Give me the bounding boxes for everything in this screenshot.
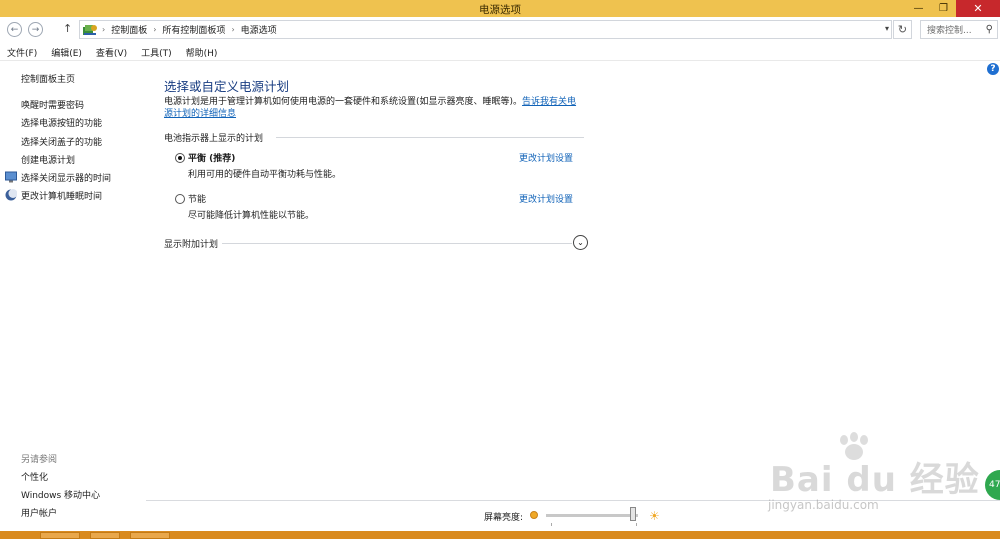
menu-edit[interactable]: 编辑(E): [44, 43, 89, 60]
menu-help[interactable]: 帮助(H): [179, 43, 225, 60]
close-button[interactable]: ✕: [956, 0, 1000, 17]
sidebar-item-close-lid[interactable]: 选择关闭盖子的功能: [21, 135, 102, 148]
search-input[interactable]: 搜索控制... ⚲: [920, 20, 998, 39]
see-also-mobility-center[interactable]: Windows 移动中心: [21, 488, 100, 501]
breadcrumb-power-options[interactable]: 电源选项: [241, 23, 277, 36]
see-also-user-accounts[interactable]: 用户帐户: [21, 506, 57, 519]
plan-power-saver-radio[interactable]: [175, 194, 185, 204]
plan-power-saver-change-link[interactable]: 更改计划设置: [519, 192, 573, 205]
plan-balanced-radio[interactable]: [175, 153, 185, 163]
minimize-button[interactable]: —: [906, 0, 931, 17]
back-button[interactable]: ←: [7, 22, 22, 37]
monitor-icon: [5, 171, 17, 183]
sun-dim-icon: [530, 511, 538, 519]
window-title: 电源选项: [479, 4, 521, 16]
badge: 47: [985, 470, 1000, 500]
plan-power-saver-description: 尽可能降低计算机性能以节能。: [188, 211, 315, 221]
up-button[interactable]: ↑: [63, 22, 72, 35]
window-controls: — ❐ ✕: [906, 0, 1000, 17]
brightness-slider-thumb[interactable]: [630, 507, 637, 521]
address-dropdown-icon[interactable]: ▾: [885, 24, 889, 33]
brightness-label: 屏幕亮度:: [484, 513, 524, 523]
navigation-bar: ← → ↑ › 控制面板 › 所有控制面板项 › 电源选项 ▾ ↻ 搜索控制..…: [0, 17, 1000, 43]
moon-icon: [5, 189, 17, 201]
title-bar: 电源选项 — ❐ ✕: [0, 0, 1000, 17]
menu-file[interactable]: 文件(F): [0, 43, 44, 60]
address-bar[interactable]: › 控制面板 › 所有控制面板项 › 电源选项 ▾: [79, 20, 892, 39]
sidebar-home[interactable]: 控制面板主页: [21, 72, 75, 85]
section-battery-plans: 电池指示器上显示的计划: [164, 134, 264, 144]
breadcrumb-separator: ›: [102, 25, 106, 34]
menu-view[interactable]: 查看(V): [89, 43, 134, 60]
sidebar-item-sleep-time[interactable]: 更改计算机睡眠时间: [21, 189, 102, 202]
paw-icon: [840, 432, 868, 460]
sidebar-item-wake-password[interactable]: 唤醒时需要密码: [21, 98, 84, 111]
breadcrumb-separator[interactable]: ›: [153, 25, 156, 34]
plan-balanced-description: 利用可用的硬件自动平衡功耗与性能。: [188, 170, 342, 180]
breadcrumb-all-items[interactable]: 所有控制面板项: [162, 23, 225, 36]
breadcrumb: › 控制面板 › 所有控制面板项 › 电源选项: [102, 23, 277, 36]
sun-bright-icon: ☀: [649, 509, 660, 523]
sidebar-item-create-plan[interactable]: 创建电源计划: [21, 153, 75, 166]
refresh-button[interactable]: ↻: [893, 20, 912, 39]
taskbar-item[interactable]: [90, 532, 120, 539]
menu-tools[interactable]: 工具(T): [134, 43, 179, 60]
taskbar-item[interactable]: [130, 532, 170, 539]
see-also-title: 另请参阅: [21, 455, 58, 465]
plan-power-saver-name[interactable]: 节能: [188, 192, 206, 205]
page-description: 电源计划是用于管理计算机如何使用电源的一套硬件和系统设置(如显示器亮度、睡眠等)…: [164, 96, 584, 120]
brightness-slider-track[interactable]: [546, 514, 638, 517]
search-placeholder: 搜索控制...: [927, 26, 972, 36]
help-icon[interactable]: ?: [987, 63, 999, 75]
plan-balanced-name[interactable]: 平衡 (推荐): [188, 151, 235, 164]
plan-balanced-change-link[interactable]: 更改计划设置: [519, 151, 573, 164]
section-divider: [276, 137, 584, 138]
slider-tick: [636, 523, 637, 526]
forward-button[interactable]: →: [28, 22, 43, 37]
section-additional-plans[interactable]: 显示附加计划: [164, 237, 218, 250]
slider-tick: [551, 523, 552, 526]
description-text: 电源计划是用于管理计算机如何使用电源的一套硬件和系统设置(如显示器亮度、睡眠等)…: [164, 97, 523, 107]
taskbar-item[interactable]: [40, 532, 80, 539]
sidebar-item-power-button[interactable]: 选择电源按钮的功能: [21, 116, 102, 129]
sidebar-item-display-off[interactable]: 选择关闭显示器的时间: [21, 171, 111, 184]
breadcrumb-separator[interactable]: ›: [231, 25, 234, 34]
breadcrumb-control-panel[interactable]: 控制面板: [111, 23, 147, 36]
brightness-bar: 屏幕亮度: ☀: [146, 500, 1000, 531]
expand-icon[interactable]: ⌄: [573, 235, 588, 250]
see-also-personalization[interactable]: 个性化: [21, 470, 48, 483]
menu-bar: 文件(F) 编辑(E) 查看(V) 工具(T) 帮助(H): [0, 43, 1000, 61]
search-icon[interactable]: ⚲: [986, 24, 993, 35]
restore-button[interactable]: ❐: [931, 0, 956, 17]
taskbar: [0, 531, 1000, 539]
section-divider: [222, 243, 572, 244]
control-panel-icon: [83, 24, 97, 35]
watermark-text: Bai du 经验: [770, 460, 980, 500]
sidebar: 控制面板主页 唤醒时需要密码 选择电源按钮的功能 选择关闭盖子的功能 创建电源计…: [0, 61, 146, 531]
page-title: 选择或自定义电源计划: [164, 79, 290, 94]
